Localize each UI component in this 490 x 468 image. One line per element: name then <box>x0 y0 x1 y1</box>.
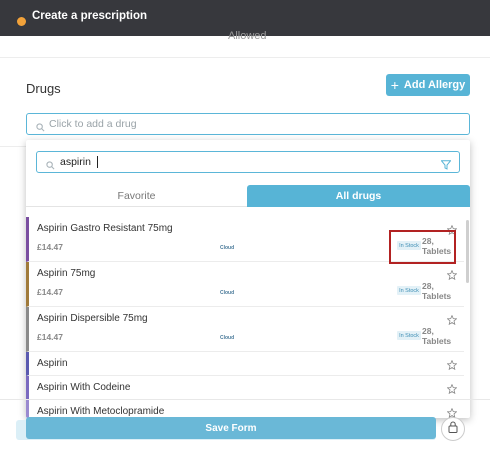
drug-name: Aspirin <box>37 358 68 369</box>
drug-result-row[interactable]: Aspirin Gastro Resistant 75mg £14.47 Clo… <box>26 217 464 264</box>
drug-name: Aspirin With Metoclopramide <box>37 406 165 417</box>
drug-price: £14.47 <box>37 332 63 342</box>
plus-icon: + <box>390 77 399 93</box>
stock-badge: In Stock <box>397 286 421 295</box>
divider <box>0 146 26 147</box>
page: Allowed Drugs + Add Allergy aspirin Favo… <box>0 30 490 468</box>
favorite-star-icon[interactable] <box>446 267 458 285</box>
lock-icon <box>448 420 458 438</box>
drug-price: £14.47 <box>37 287 63 297</box>
drug-price: £14.47 <box>37 242 63 252</box>
tab-all-drugs[interactable]: All drugs <box>247 185 470 207</box>
text-caret <box>97 156 98 168</box>
status-dot-icon <box>17 17 26 26</box>
drug-search-dropdown: aspirin Favorite All drugs Aspirin Gastr… <box>26 140 470 418</box>
add-allergy-label: Add Allergy <box>403 79 466 91</box>
add-allergy-button[interactable]: + Add Allergy <box>386 74 470 96</box>
tab-favorite[interactable]: Favorite <box>26 185 247 207</box>
dropdown-scrollbar[interactable] <box>466 220 469 283</box>
stock-badge: In Stock <box>397 331 421 340</box>
drug-name: Aspirin With Codeine <box>37 382 131 393</box>
highlight-box <box>389 230 456 264</box>
search-icon <box>46 157 55 175</box>
drug-name: Aspirin Gastro Resistant 75mg <box>37 223 173 234</box>
divider <box>0 57 490 58</box>
drug-tabs: Favorite All drugs <box>26 185 470 207</box>
drug-result-row[interactable]: Aspirin 75mg £14.47 Cloud In Stock 28, Ta… <box>26 262 464 307</box>
add-drug-field[interactable] <box>49 116 449 132</box>
drug-result-row[interactable]: Aspirin With Metoclopramide <box>26 400 464 418</box>
drug-name: Aspirin 75mg <box>37 268 96 279</box>
supplier-logo: Cloud <box>220 290 235 296</box>
drug-search-input[interactable]: aspirin <box>36 151 460 173</box>
filter-icon[interactable] <box>440 157 452 175</box>
save-form-button[interactable]: Save Form <box>26 417 436 439</box>
supplier-logo: Cloud <box>220 245 235 251</box>
search-value: aspirin <box>60 156 91 168</box>
drugs-label: Drugs <box>26 81 61 96</box>
search-icon <box>36 119 45 137</box>
divider <box>0 399 490 400</box>
header-ghost-text: Allowed <box>228 30 267 42</box>
favorite-star-icon[interactable] <box>446 312 458 330</box>
add-drug-input[interactable] <box>26 113 470 135</box>
window-title: Create a prescription <box>32 10 148 22</box>
favorite-star-icon[interactable] <box>446 381 458 399</box>
favorite-star-icon[interactable] <box>446 357 458 375</box>
supplier-logo: Cloud <box>220 335 235 341</box>
drug-name: Aspirin Dispersible 75mg <box>37 313 148 324</box>
drug-result-row[interactable]: Aspirin Dispersible 75mg £14.47 Cloud In… <box>26 307 464 352</box>
lock-button[interactable] <box>441 417 465 441</box>
drug-result-row[interactable]: Aspirin <box>26 352 464 376</box>
drug-result-row[interactable]: Aspirin With Codeine <box>26 376 464 400</box>
drug-result-list: Aspirin Gastro Resistant 75mg £14.47 Clo… <box>26 217 470 418</box>
